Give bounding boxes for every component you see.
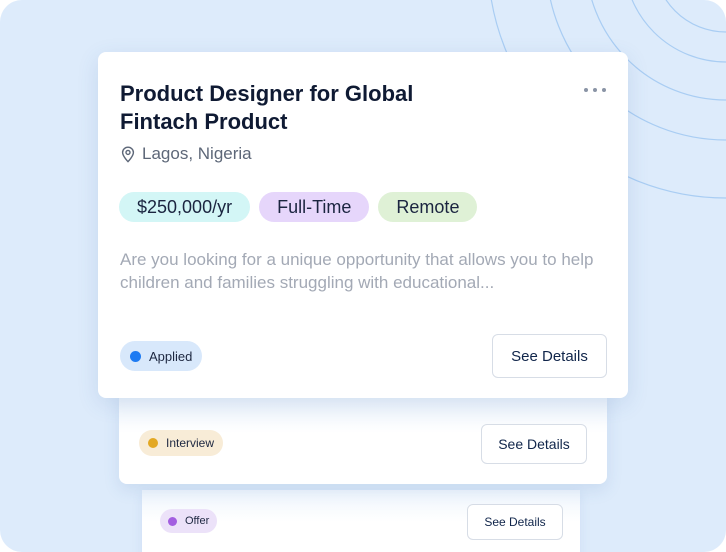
employment-type-tag: Full-Time (259, 192, 370, 222)
job-cards-stage: Offer See Details Interview See Details … (0, 0, 726, 552)
see-details-button[interactable]: See Details (492, 334, 607, 378)
job-card-offer: Offer See Details (142, 490, 580, 552)
salary-tag: $250,000/yr (119, 192, 251, 222)
job-title-line-2: Fintach Product (120, 109, 288, 134)
status-label: Applied (149, 348, 193, 364)
status-label: Offer (185, 515, 210, 527)
see-details-button[interactable]: See Details (467, 504, 563, 540)
job-card-interview: Interview See Details (119, 392, 607, 484)
location-label: Lagos, Nigeria (142, 144, 252, 163)
status-badge-interview: Interview (139, 430, 224, 456)
job-title-line-1: Product Designer for Global (120, 81, 414, 106)
status-badge-applied: Applied (120, 341, 203, 371)
work-mode-tag: Remote (378, 192, 478, 222)
map-pin-icon (121, 145, 135, 163)
job-card-main: Product Designer for Global Fintach Prod… (98, 52, 628, 398)
more-horizontal-icon[interactable] (584, 82, 606, 98)
job-tags: $250,000/yr Full-Time Remote (119, 192, 486, 222)
status-dot (130, 350, 141, 362)
status-dot (168, 516, 177, 526)
job-location: Lagos, Nigeria (120, 144, 252, 164)
job-description: Are you looking for a unique opportunity… (120, 250, 594, 292)
status-dot (148, 438, 158, 448)
status-badge-offer: Offer (160, 509, 218, 533)
see-details-button[interactable]: See Details (481, 424, 587, 464)
status-label: Interview (166, 436, 215, 450)
job-title: Product Designer for Global Fintach Prod… (120, 80, 480, 136)
